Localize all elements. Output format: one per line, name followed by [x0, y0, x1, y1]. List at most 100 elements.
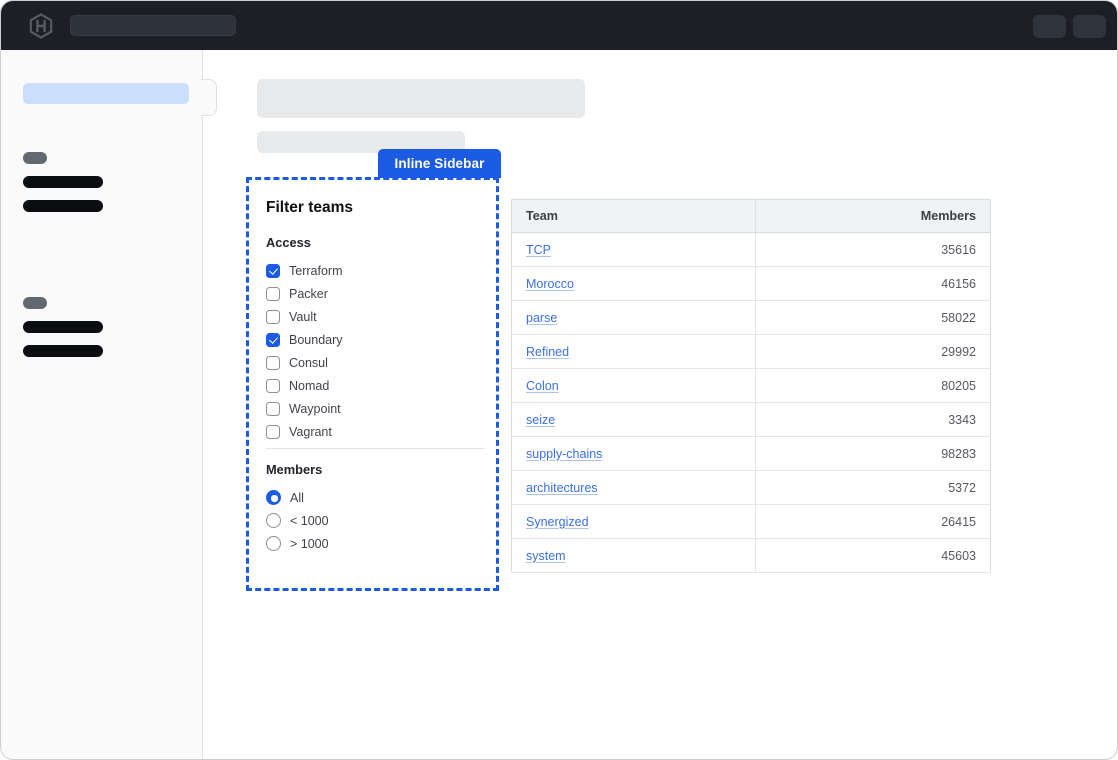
team-cell: Morocco — [512, 267, 756, 301]
team-cell: system — [512, 539, 756, 573]
team-members-count: 46156 — [756, 267, 991, 301]
checkbox-label: Vault — [289, 310, 317, 324]
table-row: seize 3343 — [512, 403, 991, 437]
access-checkbox-option[interactable]: Vagrant — [266, 420, 480, 443]
team-link[interactable]: architectures — [526, 481, 598, 495]
team-cell: Refined — [512, 335, 756, 369]
team-members-count: 45603 — [756, 539, 991, 573]
team-members-count: 80205 — [756, 369, 991, 403]
checkbox-icon[interactable] — [266, 287, 280, 301]
table-row: system 45603 — [512, 539, 991, 573]
access-checkbox-option[interactable]: Waypoint — [266, 397, 480, 420]
radio-icon[interactable] — [266, 513, 281, 528]
column-header-team: Team — [512, 200, 756, 233]
team-link[interactable]: parse — [526, 311, 557, 325]
checkbox-icon[interactable] — [266, 425, 280, 439]
checkbox-label: Waypoint — [289, 402, 341, 416]
column-header-members: Members — [756, 200, 991, 233]
team-members-count: 58022 — [756, 301, 991, 335]
inline-sidebar-badge: Inline Sidebar — [378, 149, 501, 178]
checkbox-icon[interactable] — [266, 356, 280, 370]
sidebar-section-label-placeholder — [23, 297, 47, 309]
sidebar-nav-item-placeholder — [23, 200, 103, 212]
checkbox-label: Vagrant — [289, 425, 332, 439]
filter-divider — [266, 448, 485, 449]
team-members-count: 98283 — [756, 437, 991, 471]
team-cell: TCP — [512, 233, 756, 267]
radio-label: < 1000 — [290, 514, 329, 528]
checkbox-icon[interactable] — [266, 333, 280, 347]
top-navigation-bar — [1, 1, 1117, 50]
topbar-button-placeholder-2[interactable] — [1073, 15, 1106, 38]
members-radio-option[interactable]: All — [266, 486, 480, 509]
members-radio-option[interactable]: > 1000 — [266, 532, 480, 555]
checkbox-icon[interactable] — [266, 402, 280, 416]
members-radio-option[interactable]: < 1000 — [266, 509, 480, 532]
sidebar-nav-item-placeholder — [23, 345, 103, 357]
topbar-search-placeholder[interactable] — [70, 15, 236, 36]
table-row: architectures 5372 — [512, 471, 991, 505]
checkbox-icon[interactable] — [266, 264, 280, 278]
topbar-button-placeholder-1[interactable] — [1033, 15, 1066, 38]
radio-label: All — [290, 491, 304, 505]
team-link[interactable]: Colon — [526, 379, 559, 393]
team-cell: Colon — [512, 369, 756, 403]
access-checkbox-option[interactable]: Consul — [266, 351, 480, 374]
team-link[interactable]: Refined — [526, 345, 569, 359]
team-cell: supply-chains — [512, 437, 756, 471]
access-checkbox-option[interactable]: Vault — [266, 305, 480, 328]
filter-panel-title: Filter teams — [266, 199, 480, 217]
table-body: TCP 35616 Morocco 46156 parse — [512, 233, 991, 573]
team-cell: parse — [512, 301, 756, 335]
members-radio-group: All < 1000 > 1000 — [266, 486, 480, 555]
checkbox-label: Terraform — [289, 264, 342, 278]
access-checkbox-option[interactable]: Boundary — [266, 328, 480, 351]
table-row: TCP 35616 — [512, 233, 991, 267]
team-cell: seize — [512, 403, 756, 437]
checkbox-label: Consul — [289, 356, 328, 370]
team-members-count: 29992 — [756, 335, 991, 369]
table-row: Colon 80205 — [512, 369, 991, 403]
app-window: Inline Sidebar Filter teams Access Terra… — [0, 0, 1118, 760]
access-checkbox-option[interactable]: Nomad — [266, 374, 480, 397]
team-cell: architectures — [512, 471, 756, 505]
team-members-count: 3343 — [756, 403, 991, 437]
checkbox-label: Nomad — [289, 379, 329, 393]
team-members-count: 26415 — [756, 505, 991, 539]
team-link[interactable]: Morocco — [526, 277, 574, 291]
team-link[interactable]: seize — [526, 413, 555, 427]
team-cell: Synergized — [512, 505, 756, 539]
hashicorp-logo-icon — [28, 13, 54, 39]
table-row: Morocco 46156 — [512, 267, 991, 301]
checkbox-label: Packer — [289, 287, 328, 301]
page-title-placeholder — [257, 79, 585, 118]
access-checkbox-group: Terraform Packer Vault Boundary — [266, 259, 480, 443]
inline-sidebar-filter-panel: Filter teams Access Terraform Packer — [246, 177, 499, 591]
access-group-label: Access — [266, 235, 480, 250]
table-row: parse 58022 — [512, 301, 991, 335]
access-checkbox-option[interactable]: Terraform — [266, 259, 480, 282]
team-link[interactable]: supply-chains — [526, 447, 602, 461]
sidebar-section-label-placeholder — [23, 152, 47, 164]
app-sidebar — [1, 50, 203, 759]
checkbox-label: Boundary — [289, 333, 343, 347]
teams-table: Team Members TCP 35616 Morocco — [511, 199, 991, 573]
team-members-count: 35616 — [756, 233, 991, 267]
table-header-row: Team Members — [512, 200, 991, 233]
members-group-label: Members — [266, 462, 480, 477]
checkbox-icon[interactable] — [266, 310, 280, 324]
team-link[interactable]: Synergized — [526, 515, 589, 529]
sidebar-active-item-placeholder — [23, 83, 189, 104]
radio-icon[interactable] — [266, 536, 281, 551]
table-row: supply-chains 98283 — [512, 437, 991, 471]
checkbox-icon[interactable] — [266, 379, 280, 393]
radio-label: > 1000 — [290, 537, 329, 551]
table-row: Refined 29992 — [512, 335, 991, 369]
radio-icon[interactable] — [266, 490, 281, 505]
team-link[interactable]: system — [526, 549, 566, 563]
team-members-count: 5372 — [756, 471, 991, 505]
sidebar-nav-item-placeholder — [23, 321, 103, 333]
access-checkbox-option[interactable]: Packer — [266, 282, 480, 305]
team-link[interactable]: TCP — [526, 243, 551, 257]
sidebar-collapse-handle[interactable] — [201, 79, 217, 116]
